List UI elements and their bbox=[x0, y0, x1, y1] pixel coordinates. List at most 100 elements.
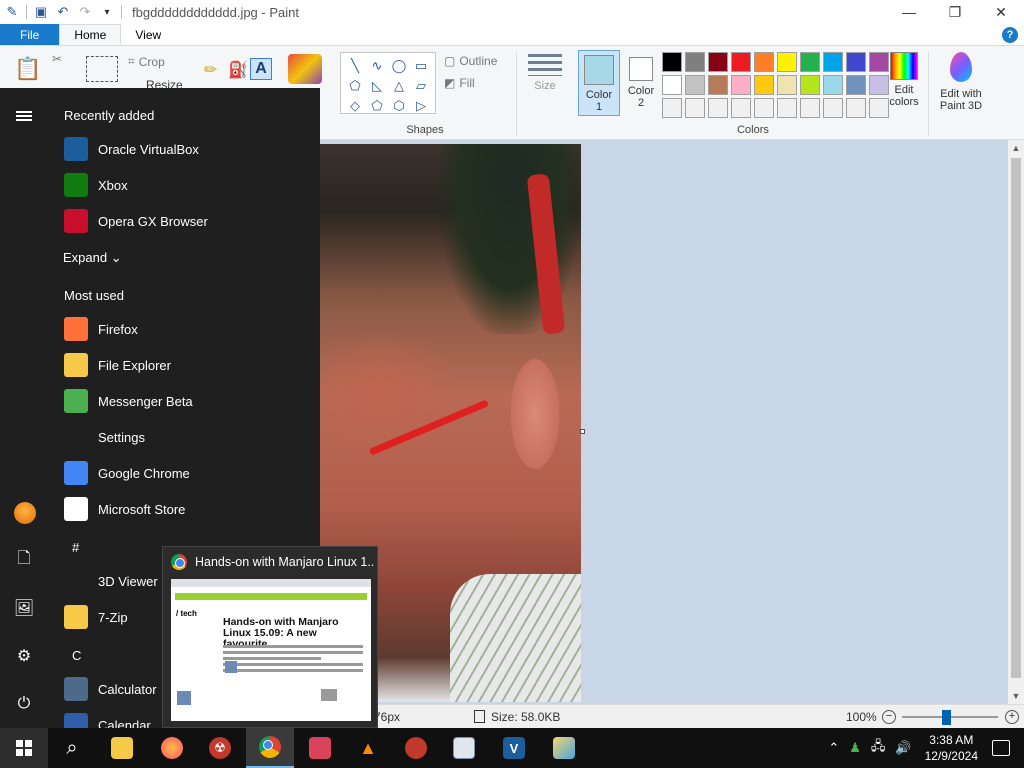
app-list-item[interactable]: Opera GX Browser bbox=[64, 207, 208, 235]
taskbar-chrome[interactable] bbox=[246, 728, 294, 768]
tab-view[interactable]: View bbox=[121, 24, 175, 45]
tab-file[interactable]: File bbox=[0, 24, 60, 45]
chrome-icon bbox=[259, 736, 281, 758]
network-icon[interactable]: 🖧 bbox=[871, 737, 886, 759]
window-app-icon bbox=[453, 737, 475, 759]
app-list-item[interactable]: 7-Zip bbox=[64, 603, 128, 631]
divider bbox=[26, 5, 27, 19]
letter-group-hash[interactable]: # bbox=[72, 540, 79, 555]
taskbar-app-window[interactable] bbox=[440, 728, 488, 768]
save-icon[interactable]: ▣ bbox=[33, 4, 49, 20]
text-tool-icon[interactable]: A bbox=[250, 58, 272, 80]
pictures-icon[interactable]: 🖼 bbox=[14, 598, 34, 618]
hamburger-menu-icon[interactable] bbox=[14, 106, 34, 126]
app-list-item-label: Oracle VirtualBox bbox=[98, 141, 199, 157]
folder-icon bbox=[64, 605, 88, 629]
taskbar-firefox[interactable] bbox=[148, 728, 196, 768]
taskbar-paint[interactable] bbox=[540, 728, 588, 768]
app-list-item[interactable]: Google Chrome bbox=[64, 459, 190, 487]
file-size: Size: 58.0KB bbox=[474, 710, 560, 724]
xbox-icon bbox=[64, 173, 88, 197]
expand-button[interactable]: Expand ⌄ bbox=[63, 250, 122, 266]
app-list-item[interactable]: Oracle VirtualBox bbox=[64, 135, 199, 163]
store-icon bbox=[64, 497, 88, 521]
crop-icon: ⌗ bbox=[128, 54, 135, 68]
minimize-button[interactable]: — bbox=[886, 0, 932, 24]
app-list-item-label: Xbox bbox=[98, 177, 128, 193]
size-label: Size bbox=[534, 80, 556, 92]
close-button[interactable]: ✕ bbox=[978, 0, 1024, 24]
preview-thumbnail[interactable]: / tech Hands-on with Manjaro Linux 15.09… bbox=[171, 579, 371, 721]
app-list-item[interactable]: Calendar bbox=[64, 711, 151, 728]
paint3d-label-line2: Paint 3D bbox=[939, 100, 983, 112]
app-list-item[interactable]: Xbox bbox=[64, 171, 128, 199]
taskbar-vlc[interactable]: ▲ bbox=[344, 728, 392, 768]
taskbar-app-radiation[interactable]: ☢ bbox=[196, 728, 244, 768]
people-icon[interactable]: ♟ bbox=[849, 740, 861, 756]
letter-group-c[interactable]: C bbox=[72, 648, 81, 663]
power-icon[interactable]: ⏻ bbox=[14, 694, 34, 714]
taskbar-virtualbox[interactable]: V bbox=[490, 728, 538, 768]
start-button[interactable] bbox=[0, 728, 48, 768]
zoom-out-button[interactable]: − bbox=[882, 709, 896, 724]
preview-title-bar: Hands-on with Manjaro Linux 1... bbox=[171, 554, 375, 570]
select-button[interactable] bbox=[86, 56, 118, 82]
preview-side-image bbox=[321, 689, 337, 701]
app-list-item[interactable]: Messenger Beta bbox=[64, 387, 193, 415]
taskbar-app-red[interactable] bbox=[296, 728, 344, 768]
shapes-group-label: Shapes bbox=[406, 124, 444, 136]
show-hidden-icons-icon[interactable]: ⌃ bbox=[828, 740, 839, 756]
undo-icon[interactable]: ↶ bbox=[55, 4, 71, 20]
edit-with-paint3d-button[interactable]: Edit with Paint 3D bbox=[934, 50, 988, 112]
firefox-icon bbox=[64, 317, 88, 341]
app-list-item[interactable]: Firefox bbox=[64, 315, 138, 343]
notifications-icon[interactable] bbox=[992, 740, 1010, 756]
app-list-item[interactable]: Calculator bbox=[64, 675, 157, 703]
vertical-scrollbar[interactable]: ▲ ▼ bbox=[1008, 140, 1024, 704]
divider bbox=[121, 5, 122, 19]
preview-browser-bar bbox=[171, 579, 371, 587]
app-list-item[interactable]: Settings bbox=[64, 423, 145, 451]
redo-icon[interactable]: ↷ bbox=[77, 4, 93, 20]
settings-gear-icon[interactable]: ⚙ bbox=[14, 646, 34, 666]
red-brush-stroke bbox=[368, 399, 490, 456]
app-list-item[interactable]: 3D Viewer bbox=[64, 567, 158, 595]
virtualbox-icon bbox=[64, 137, 88, 161]
app-list-item[interactable]: Microsoft Store bbox=[64, 495, 185, 523]
restore-button[interactable]: ❐ bbox=[932, 0, 978, 24]
taskbar-file-explorer[interactable] bbox=[98, 728, 146, 768]
radiation-app-icon: ☢ bbox=[209, 737, 231, 759]
user-avatar[interactable] bbox=[14, 502, 36, 524]
app-list-item[interactable]: File Explorer bbox=[64, 351, 171, 379]
pencil-icon[interactable]: ✏ bbox=[204, 60, 217, 80]
fill-bucket-icon[interactable]: ⛽ bbox=[228, 60, 248, 80]
brushes-icon[interactable] bbox=[288, 54, 322, 84]
volume-icon[interactable]: 🔊 bbox=[895, 740, 911, 756]
zoom-slider-thumb[interactable] bbox=[942, 710, 952, 725]
canvas-resize-handle[interactable] bbox=[580, 429, 585, 434]
file-size-text: Size: 58.0KB bbox=[491, 709, 561, 724]
chrome-window-preview[interactable]: Hands-on with Manjaro Linux 1... / tech … bbox=[162, 546, 378, 728]
scrollbar-thumb[interactable] bbox=[1011, 158, 1021, 678]
recently-added-heading: Recently added bbox=[64, 108, 155, 123]
clipboard-paste-icon[interactable]: 📋 bbox=[14, 56, 41, 82]
help-icon[interactable]: ? bbox=[1002, 27, 1018, 43]
app-list-item-label: Microsoft Store bbox=[98, 501, 186, 517]
scroll-down-icon[interactable]: ▼ bbox=[1008, 688, 1024, 704]
size-button[interactable]: Size bbox=[528, 54, 562, 92]
zoom-in-button[interactable]: + bbox=[1005, 709, 1019, 724]
clock[interactable]: 3:38 AM 12/9/2024 bbox=[925, 732, 978, 764]
crop-button[interactable]: ⌗ Crop bbox=[128, 54, 165, 69]
scroll-up-icon[interactable]: ▲ bbox=[1008, 140, 1024, 156]
clock-date: 12/9/2024 bbox=[924, 749, 978, 763]
taskbar-app-red-circle[interactable] bbox=[392, 728, 440, 768]
preview-thumb-image bbox=[177, 691, 191, 705]
customize-qat-icon[interactable]: ▾ bbox=[99, 4, 115, 20]
documents-icon[interactable]: 🗋 bbox=[14, 550, 34, 570]
tab-home[interactable]: Home bbox=[59, 24, 122, 45]
paint-app-icon[interactable]: ✎ bbox=[4, 4, 20, 20]
search-button[interactable]: ⌕ bbox=[48, 728, 96, 768]
size-icon bbox=[528, 54, 562, 76]
quick-access-toolbar: ✎ ▣ ↶ ↷ ▾ bbox=[0, 0, 122, 24]
cut-icon[interactable]: ✂ bbox=[52, 52, 62, 66]
